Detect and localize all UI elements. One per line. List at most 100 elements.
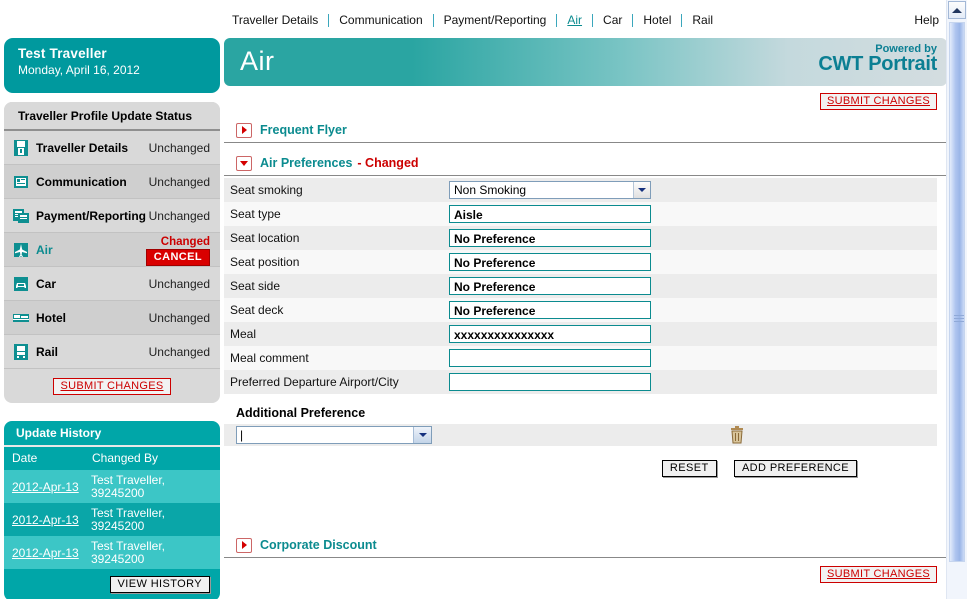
history-row[interactable]: 2012-Apr-13 Test Traveller, 39245200	[4, 536, 220, 569]
profile-update-status-panel: Traveller Profile Update Status Travelle…	[4, 102, 220, 403]
reset-button[interactable]: RESET	[661, 460, 717, 477]
field-label: Seat deck	[224, 298, 449, 322]
sidebar-item-communication[interactable]: Communication Unchanged	[4, 165, 220, 199]
sidebar-item-hotel[interactable]: Hotel Unchanged	[4, 301, 220, 335]
sidebar-item-traveller-details[interactable]: Traveller Details Unchanged	[4, 131, 220, 165]
section-frequent-flyer[interactable]: Frequent Flyer	[224, 118, 947, 143]
air-icon	[12, 241, 30, 259]
page-title: Air	[240, 46, 275, 76]
chevron-down-icon[interactable]	[633, 182, 650, 198]
sidebar-item-payment-reporting[interactable]: Payment/Reporting Unchanged	[4, 199, 220, 233]
field-label: Seat type	[224, 202, 449, 226]
view-history-wrapper: VIEW HISTORY	[4, 569, 220, 593]
submit-changes-button-top[interactable]: SUBMIT CHANGES	[819, 93, 937, 110]
form-row-seat-deck: Seat deck No Preference	[224, 298, 937, 322]
view-history-button[interactable]: VIEW HISTORY	[109, 576, 210, 593]
sidebar-item-car[interactable]: Car Unchanged	[4, 267, 220, 301]
sidebar-label: Payment/Reporting	[36, 208, 147, 223]
section-title[interactable]: Corporate Discount	[260, 538, 377, 552]
sidebar-status: Unchanged	[148, 276, 210, 291]
field-label: Meal	[224, 322, 449, 346]
seat-smoking-select[interactable]: Non Smoking	[449, 181, 651, 199]
seat-smoking-value: Non Smoking	[454, 183, 527, 197]
sidebar-status-group: Changed CANCEL	[145, 234, 210, 266]
history-col-date: Date	[12, 451, 38, 465]
vertical-scrollbar[interactable]	[946, 0, 967, 599]
powered-by-branding: Powered by CWT Portrait	[818, 43, 937, 76]
field-label: Seat side	[224, 274, 449, 298]
nav-item-communication[interactable]: Communication	[329, 13, 432, 27]
submit-changes-button-bottom[interactable]: SUBMIT CHANGES	[819, 566, 937, 583]
section-title[interactable]: Frequent Flyer	[260, 123, 347, 137]
seat-side-value[interactable]: No Preference	[449, 277, 651, 295]
update-history-title: Update History	[4, 421, 220, 447]
field-label: Seat position	[224, 250, 449, 274]
cancel-button[interactable]: CANCEL	[145, 248, 210, 266]
seat-type-value[interactable]: Aisle	[449, 205, 651, 223]
traveller-name: Test Traveller	[18, 46, 107, 61]
submit-changes-button-sidebar[interactable]: SUBMIT CHANGES	[53, 378, 171, 395]
seat-location-value[interactable]: No Preference	[449, 229, 651, 247]
sidebar-label: Communication	[36, 174, 127, 189]
payment-reporting-icon	[12, 207, 30, 225]
trash-icon[interactable]	[729, 426, 745, 447]
add-preference-button[interactable]: ADD PREFERENCE	[733, 460, 857, 477]
form-row-seat-location: Seat location No Preference	[224, 226, 937, 250]
seat-deck-value[interactable]: No Preference	[449, 301, 651, 319]
top-navigation-bar: Traveller Details Communication Payment/…	[0, 0, 947, 38]
chevron-down-icon[interactable]	[413, 427, 431, 443]
nav-item-hotel[interactable]: Hotel	[633, 13, 681, 27]
sidebar-item-air[interactable]: Air Changed CANCEL	[4, 233, 220, 267]
additional-preference-select[interactable]: |	[236, 426, 432, 444]
product-name: CWT Portrait	[818, 53, 937, 75]
history-row[interactable]: 2012-Apr-13 Test Traveller, 39245200	[4, 503, 220, 536]
history-row[interactable]: 2012-Apr-13 Test Traveller, 39245200	[4, 470, 220, 503]
form-row-seat-position: Seat position No Preference	[224, 250, 937, 274]
form-row-seat-smoking: Seat smoking Non Smoking	[224, 178, 937, 202]
sidebar-label: Hotel	[36, 310, 66, 325]
chevron-right-icon[interactable]	[236, 537, 252, 553]
history-date-link[interactable]: 2012-Apr-13	[12, 513, 79, 527]
help-link[interactable]: Help	[914, 13, 939, 27]
meal-value[interactable]: xxxxxxxxxxxxxxx	[449, 325, 651, 343]
form-action-buttons: RESET ADD PREFERENCE	[224, 446, 947, 477]
traveller-date: Monday, April 16, 2012	[18, 63, 140, 77]
meal-comment-input[interactable]	[449, 349, 651, 367]
communication-icon	[12, 173, 30, 191]
form-row-preferred-departure: Preferred Departure Airport/City	[224, 370, 937, 394]
chevron-right-icon[interactable]	[236, 122, 252, 138]
update-history-panel: Update History Date Changed By 2012-Apr-…	[4, 421, 220, 599]
chevron-down-icon[interactable]	[236, 155, 252, 171]
section-corporate-discount[interactable]: Corporate Discount	[224, 533, 947, 558]
scroll-up-arrow-icon[interactable]	[948, 1, 966, 19]
history-changed-by: Test Traveller, 39245200	[90, 538, 165, 566]
field-label: Preferred Departure Airport/City	[224, 370, 449, 394]
sidebar-status: Changed	[160, 235, 210, 248]
sidebar-label: Air	[36, 242, 53, 257]
form-row-meal: Meal xxxxxxxxxxxxxxx	[224, 322, 937, 346]
sidebar-label: Traveller Details	[36, 140, 129, 155]
rail-icon	[12, 343, 30, 361]
sidebar-status: Unchanged	[148, 174, 210, 189]
history-changed-by: Test Traveller, 39245200	[90, 505, 165, 533]
section-air-preferences[interactable]: Air Preferences - Changed	[224, 151, 947, 176]
top-nav-items: Traveller Details Communication Payment/…	[232, 13, 723, 27]
nav-item-car[interactable]: Car	[593, 13, 632, 27]
nav-item-rail[interactable]: Rail	[682, 13, 723, 27]
section-title[interactable]: Air Preferences	[260, 156, 352, 170]
nav-item-payment-reporting[interactable]: Payment/Reporting	[434, 13, 557, 27]
page-banner: Air Powered by CWT Portrait	[224, 38, 947, 86]
field-label: Meal comment	[224, 346, 449, 370]
scrollbar-thumb[interactable]	[949, 22, 965, 562]
history-date-link[interactable]: 2012-Apr-13	[12, 480, 79, 494]
preferred-departure-input[interactable]	[449, 373, 651, 391]
car-icon	[12, 275, 30, 293]
sidebar-item-rail[interactable]: Rail Unchanged	[4, 335, 220, 369]
additional-preference-value: |	[240, 428, 244, 442]
form-row-meal-comment: Meal comment	[224, 346, 937, 370]
nav-item-traveller-details[interactable]: Traveller Details	[232, 13, 328, 27]
main-content: Air Powered by CWT Portrait SUBMIT CHANG…	[224, 38, 947, 583]
nav-item-air[interactable]: Air	[557, 13, 592, 27]
seat-position-value[interactable]: No Preference	[449, 253, 651, 271]
history-date-link[interactable]: 2012-Apr-13	[12, 546, 79, 560]
